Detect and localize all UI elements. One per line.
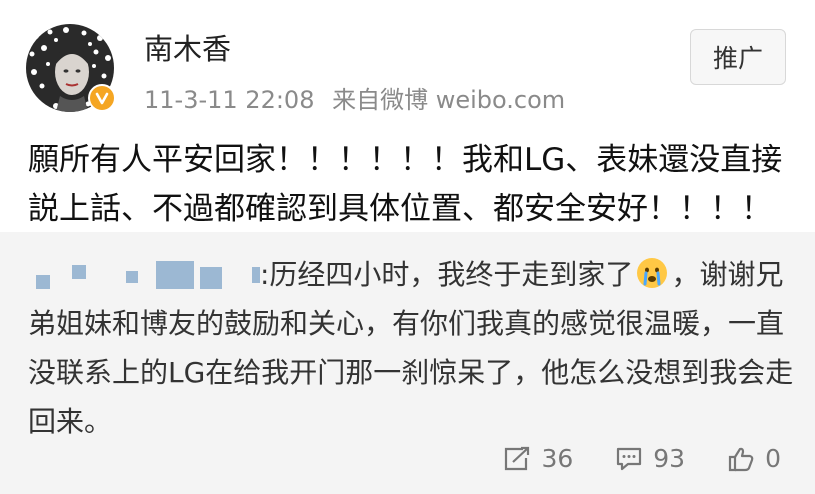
comment-action[interactable]: 93 [615, 444, 685, 473]
repost-card[interactable]: :历经四小时，我终于走到家了 ，谢谢兄弟姐妹和博友的鼓励和关心，有你们我真的感觉很… [0, 232, 815, 494]
comment-count: 93 [653, 444, 686, 473]
thumbs-up-icon [728, 447, 754, 471]
repost-text: :历经四小时，我终于走到家了 ，谢谢兄弟姐妹和博友的鼓励和关心，有你们我真的感觉很… [28, 250, 798, 446]
verified-badge-icon [88, 84, 116, 112]
post-meta: 11-3-11 22:08 来自微博 weibo.com [144, 80, 565, 115]
timestamp: 11-3-11 22:08 [144, 86, 315, 114]
username[interactable]: 南木香 [144, 26, 231, 68]
redacted-username [28, 261, 260, 291]
repost-action[interactable]: 36 [503, 444, 573, 473]
post-source[interactable]: 来自微博 weibo.com [332, 86, 565, 114]
like-action[interactable]: 0 [727, 444, 781, 473]
repost-text-part1: :历经四小时，我终于走到家了 [260, 258, 634, 291]
action-bar: 36 93 0 [503, 444, 781, 473]
comment-icon [617, 447, 642, 470]
promote-button[interactable]: 推广 [690, 29, 786, 85]
like-count: 0 [765, 444, 781, 473]
weibo-post: 南木香 11-3-11 22:08 来自微博 weibo.com 推广 願所有人… [0, 0, 815, 232]
share-icon [505, 446, 530, 470]
post-text: 願所有人平安回家！！！！！！我和LG、表妹還没直接説上話、不過都確認到具体位置、… [28, 142, 783, 227]
repost-count: 36 [541, 444, 574, 473]
crying-face-emoji-icon [637, 258, 668, 288]
